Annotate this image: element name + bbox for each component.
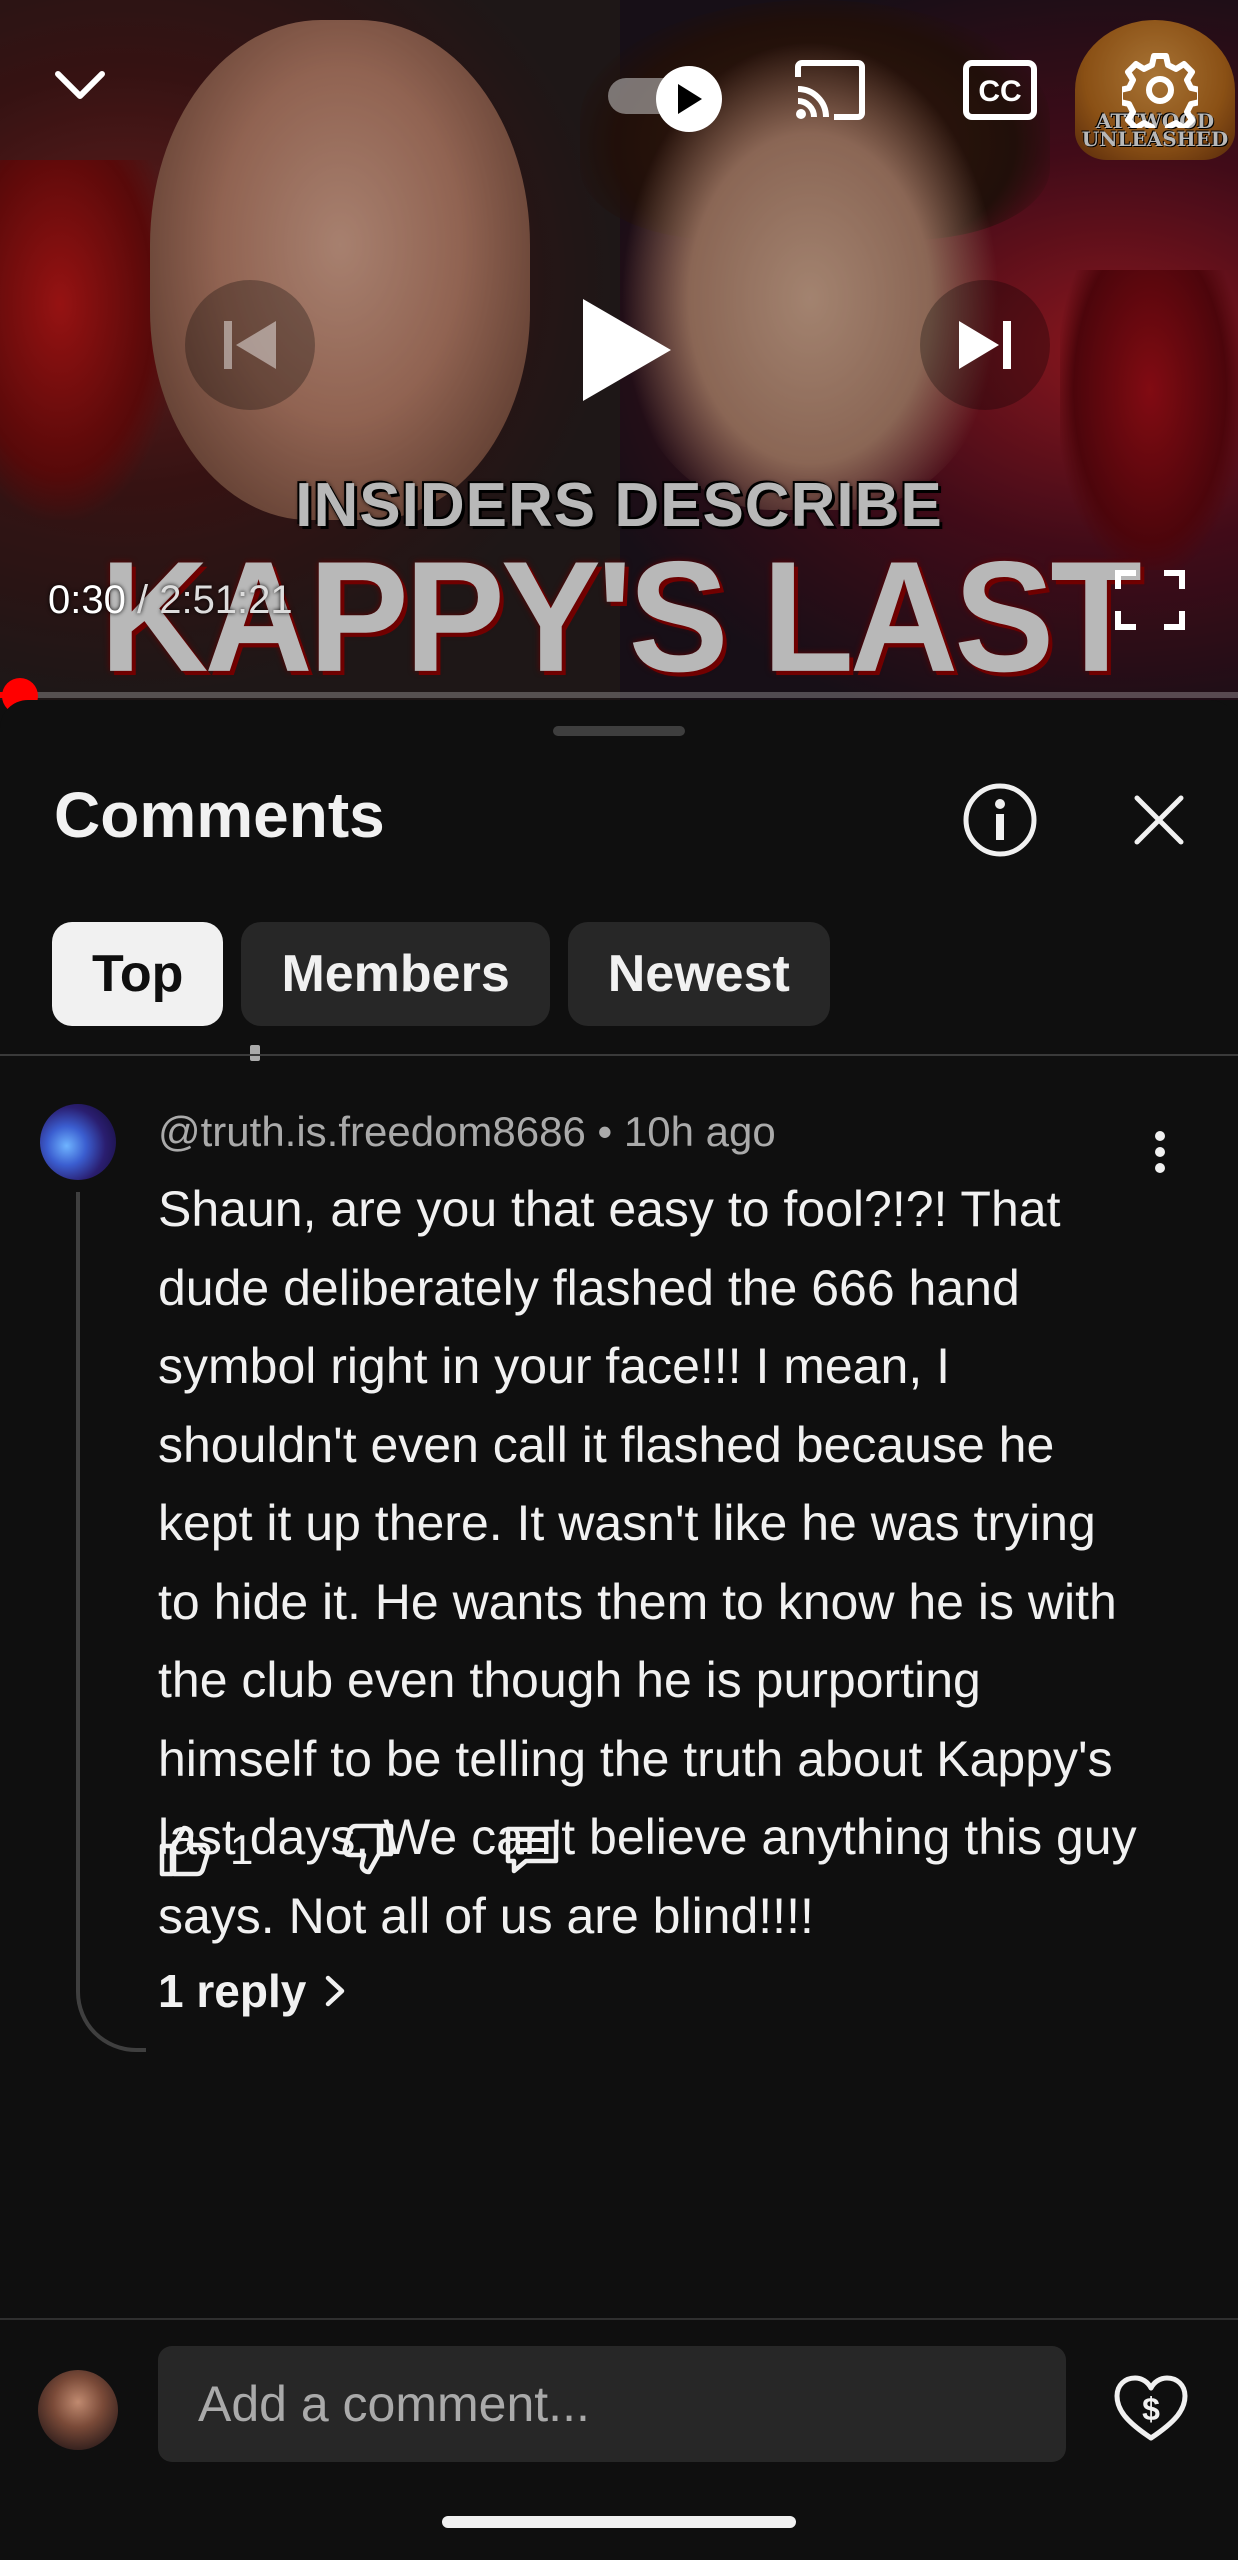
autoplay-toggle-knob bbox=[656, 66, 722, 132]
autoplay-toggle[interactable] bbox=[600, 50, 730, 132]
comment-actions: 1 bbox=[150, 1810, 569, 1890]
comment-filter-chips: Top Members Newest bbox=[52, 922, 830, 1026]
system-gesture-bar[interactable] bbox=[442, 2516, 796, 2528]
previous-content-cutoff bbox=[250, 1045, 260, 1061]
fullscreen-icon bbox=[1115, 570, 1185, 630]
thumbs-down-icon bbox=[342, 1823, 394, 1875]
fullscreen-button[interactable] bbox=[1105, 560, 1195, 640]
comment-meta: @truth.is.freedom8686 • 10h ago bbox=[158, 1108, 776, 1156]
view-replies-button[interactable]: 1 reply bbox=[158, 1964, 346, 2018]
cc-icon: CC bbox=[963, 60, 1037, 120]
close-comments-button[interactable] bbox=[1118, 776, 1200, 864]
comment-age: 10h ago bbox=[623, 1108, 776, 1155]
video-player[interactable]: INSIDERS DESCRIBE KAPPY'S LAST DAYS! ATT… bbox=[0, 0, 1238, 700]
commenter-avatar[interactable] bbox=[40, 1104, 116, 1180]
filter-chip-top[interactable]: Top bbox=[52, 922, 224, 1026]
more-vertical-icon bbox=[1155, 1131, 1165, 1173]
reply-comment-icon bbox=[506, 1826, 559, 1874]
like-button[interactable]: 1 bbox=[150, 1814, 261, 1886]
play-icon bbox=[583, 299, 671, 401]
drag-handle[interactable] bbox=[553, 726, 685, 736]
time-duration: 2:51:21 bbox=[159, 578, 293, 622]
svg-text:CC: CC bbox=[978, 75, 1021, 108]
previous-icon bbox=[224, 321, 276, 369]
like-count: 1 bbox=[230, 1826, 254, 1873]
comment-author[interactable]: @truth.is.freedom8686 bbox=[158, 1108, 586, 1155]
play-button[interactable] bbox=[555, 280, 695, 420]
settings-button[interactable] bbox=[1110, 45, 1210, 135]
time-current: 0:30 bbox=[48, 578, 126, 622]
dislike-button[interactable] bbox=[331, 1814, 403, 1886]
chips-divider bbox=[0, 1054, 1238, 1056]
captions-button[interactable]: CC bbox=[955, 50, 1045, 130]
settings-gear-icon bbox=[1122, 53, 1198, 128]
filter-chip-members[interactable]: Members bbox=[241, 922, 550, 1026]
chevron-right-icon bbox=[326, 1975, 345, 2007]
add-comment-input[interactable]: Add a comment... bbox=[158, 2346, 1066, 2462]
previous-video-button[interactable] bbox=[185, 280, 315, 410]
meta-separator: • bbox=[585, 1108, 624, 1155]
super-thanks-button[interactable]: $ bbox=[1106, 2364, 1196, 2454]
cast-icon bbox=[795, 60, 865, 120]
heart-dollar-icon: $ bbox=[1114, 2375, 1188, 2441]
info-icon bbox=[963, 783, 1037, 857]
next-video-button[interactable] bbox=[920, 280, 1050, 410]
current-user-avatar bbox=[38, 2370, 118, 2450]
comments-panel: Comments Top Members Newest @truth.is.fr… bbox=[0, 700, 1238, 2560]
close-icon bbox=[1134, 795, 1184, 845]
thread-connector-line bbox=[76, 1192, 146, 2052]
minimize-player-button[interactable] bbox=[40, 50, 120, 120]
video-progress-bar[interactable] bbox=[0, 692, 1238, 698]
filter-chip-newest[interactable]: Newest bbox=[567, 922, 830, 1026]
autoplay-toggle-icon bbox=[678, 84, 702, 114]
reply-button[interactable] bbox=[495, 1815, 569, 1885]
chevron-down-icon bbox=[55, 71, 105, 99]
next-icon bbox=[959, 321, 1011, 369]
playback-time: 0:30 / 2:51:21 bbox=[48, 578, 293, 623]
comments-info-button[interactable] bbox=[956, 776, 1044, 864]
thumbs-up-icon bbox=[159, 1825, 211, 1877]
cast-button[interactable] bbox=[785, 50, 875, 130]
comment-thread: @truth.is.freedom8686 • 10h ago Shaun, a… bbox=[0, 1100, 1238, 2052]
comments-title: Comments bbox=[54, 779, 385, 851]
comment-composer: Add a comment... $ bbox=[0, 2318, 1238, 2480]
svg-text:$: $ bbox=[1142, 2391, 1160, 2427]
time-separator: / bbox=[125, 578, 160, 622]
replies-label: 1 reply bbox=[158, 1965, 307, 2017]
